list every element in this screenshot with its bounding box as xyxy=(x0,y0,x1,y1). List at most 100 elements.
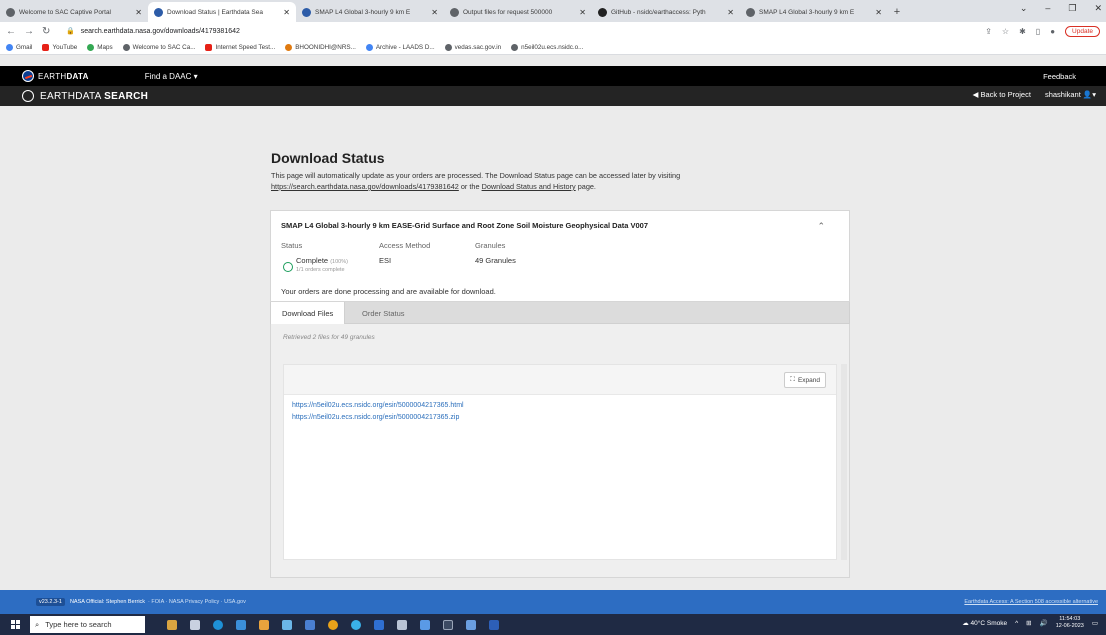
close-icon[interactable]: ✕ xyxy=(431,8,438,17)
back-icon[interactable]: ← xyxy=(6,26,16,37)
restore-icon[interactable]: ❐ xyxy=(1068,3,1076,14)
notification-icon[interactable]: ▭ xyxy=(1092,619,1098,627)
github-icon xyxy=(598,7,607,17)
app-icon[interactable] xyxy=(420,619,430,630)
browser-toolbar: ← → ↻ 🔒 search.earthdata.nasa.gov/downlo… xyxy=(0,22,1106,40)
eds-logo[interactable]: EARTHDATA SEARCH xyxy=(40,91,148,102)
find-daac-menu[interactable]: Find a DAAC ▾ xyxy=(145,72,198,81)
user-menu[interactable]: shashikant 👤▾ xyxy=(1045,90,1096,99)
file-links-header: ⛶ Expand xyxy=(284,365,836,395)
browser-tab[interactable]: Welcome to SAC Captive Portal ✕ xyxy=(0,2,148,22)
address-bar[interactable]: 🔒 search.earthdata.nasa.gov/downloads/41… xyxy=(60,24,985,38)
scrollbar[interactable] xyxy=(841,364,847,560)
close-icon[interactable]: ✕ xyxy=(875,8,882,17)
chevron-down-icon[interactable]: ⌄ xyxy=(1020,3,1028,14)
star-icon[interactable]: ☆ xyxy=(1002,27,1009,36)
news-icon[interactable] xyxy=(167,619,177,630)
bookmark-bhoonidhi[interactable]: BHOONIDHI@NRS... xyxy=(285,43,356,51)
browser-tab[interactable]: SMAP L4 Global 3-hourly 9 km E ✕ xyxy=(296,2,444,22)
tray-chevron-icon[interactable]: ^ xyxy=(1015,620,1018,627)
browser-tab[interactable]: SMAP L4 Global 3-hourly 9 km E ✕ xyxy=(740,2,888,22)
bookmark-vedas[interactable]: vedas.sac.gov.in xyxy=(444,43,501,51)
edge-icon[interactable] xyxy=(213,619,223,630)
file-link-zip[interactable]: https://n5eil02u.ecs.nsidc.org/esir/5000… xyxy=(292,414,459,421)
profile-icon[interactable]: ● xyxy=(1050,27,1055,36)
page-footer: v23.2.3-1 NASA Official: Stephen Berrick… xyxy=(0,590,1106,614)
bookmark-gmail[interactable]: Gmail xyxy=(6,43,32,51)
nsidc-icon xyxy=(302,7,311,17)
tab-order-status[interactable]: Order Status xyxy=(351,302,416,324)
sidepanel-icon[interactable]: ▯ xyxy=(1036,27,1040,36)
taskbar-search[interactable]: ⌕ Type here to search xyxy=(30,616,145,633)
extensions-icon[interactable]: ✱ xyxy=(1019,27,1026,36)
volume-icon[interactable]: 🔊 xyxy=(1040,619,1048,627)
close-icon[interactable]: ✕ xyxy=(727,8,734,17)
close-icon[interactable]: ✕ xyxy=(579,8,586,17)
status-subtext: 1/1 orders complete xyxy=(296,267,345,273)
app-icon[interactable] xyxy=(466,619,476,630)
footer-links[interactable]: · FOIA · NASA Privacy Policy · USA.gov xyxy=(148,599,246,605)
reload-icon[interactable]: ↻ xyxy=(42,26,50,37)
user-icon: 👤▾ xyxy=(1082,90,1096,99)
browser-tab[interactable]: Output files for request 500000 ✕ xyxy=(444,2,592,22)
bookmark-sac[interactable]: Welcome to SAC Ca... xyxy=(122,43,195,51)
eds-header-actions: ◀ Back to Project shashikant 👤▾ xyxy=(973,90,1096,99)
new-tab-button[interactable]: + xyxy=(888,2,906,22)
tab-download-files[interactable]: Download Files xyxy=(271,302,346,324)
app-icon[interactable] xyxy=(351,619,361,630)
close-icon[interactable]: ✕ xyxy=(1094,3,1102,14)
globe-icon xyxy=(511,43,519,51)
forward-icon[interactable]: → xyxy=(24,26,34,37)
browser-tab-bar: Welcome to SAC Captive Portal ✕ Download … xyxy=(0,0,1106,22)
weather-icon: ☁ xyxy=(962,620,969,627)
settings-icon[interactable] xyxy=(397,619,407,630)
bookmark-nsidc[interactable]: n5eil02u.ecs.nsidc.o... xyxy=(511,43,583,51)
app-icon[interactable] xyxy=(305,619,315,630)
close-icon[interactable]: ✕ xyxy=(283,8,290,17)
download-history-link[interactable]: Download Status and History xyxy=(482,182,576,191)
weather-widget[interactable]: ☁ 40°C Smoke xyxy=(962,619,1007,627)
back-to-project-link[interactable]: ◀ Back to Project xyxy=(973,90,1031,99)
chrome-icon[interactable] xyxy=(328,619,338,630)
access-method-value: ESI xyxy=(379,256,392,265)
earthdata-icon xyxy=(154,7,163,17)
speedtest-icon xyxy=(205,43,213,51)
network-icon[interactable]: ⊞ xyxy=(1026,619,1031,627)
file-link-html[interactable]: https://n5eil02u.ecs.nsidc.org/esir/5000… xyxy=(292,402,464,409)
close-icon[interactable]: ✕ xyxy=(135,8,142,17)
task-view-icon[interactable] xyxy=(190,619,200,630)
app-icon[interactable] xyxy=(282,619,292,630)
share-icon[interactable]: ⇪ xyxy=(985,27,992,36)
file-links-box: ⛶ Expand https://n5eil02u.ecs.nsidc.org/e… xyxy=(283,364,837,560)
expand-button[interactable]: ⛶ Expand xyxy=(784,372,826,388)
app-icon[interactable] xyxy=(259,619,269,630)
terminal-icon[interactable] xyxy=(443,619,453,630)
clock[interactable]: 11:54:03 12-06-2023 xyxy=(1056,616,1084,630)
update-button[interactable]: Update xyxy=(1065,25,1100,37)
earthdata-logo[interactable]: EARTHDATA xyxy=(38,72,89,81)
search-icon: ⌕ xyxy=(35,619,40,629)
store-icon[interactable] xyxy=(236,619,246,630)
expand-icon: ⛶ xyxy=(790,376,795,383)
eds-header: EARTHDATA SEARCH ◀ Back to Project shash… xyxy=(0,86,1106,106)
page-title: Download Status xyxy=(271,150,385,166)
minimize-icon[interactable]: – xyxy=(1045,3,1050,14)
feedback-link[interactable]: Feedback xyxy=(1043,72,1076,81)
windows-start-icon[interactable] xyxy=(6,614,24,635)
browser-tab[interactable]: GitHub - nsidc/earthaccess: Pyth ✕ xyxy=(592,2,740,22)
bookmark-youtube[interactable]: YouTube xyxy=(42,43,77,51)
app-icon[interactable] xyxy=(489,619,499,630)
window-controls: ⌄ – ❐ ✕ xyxy=(1020,3,1102,14)
taskbar-apps xyxy=(167,619,499,630)
browser-tab-active[interactable]: Download Status | Earthdata Sea ✕ xyxy=(148,2,296,22)
app-icon[interactable] xyxy=(374,619,384,630)
accessible-alternative-link[interactable]: Earthdata Access: A Section 508 accessib… xyxy=(964,599,1098,605)
version-badge: v23.2.3-1 xyxy=(36,598,65,606)
chevron-up-icon[interactable]: ⌃ xyxy=(817,221,825,232)
download-url-link[interactable]: https://search.earthdata.nasa.gov/downlo… xyxy=(271,182,459,191)
bookmark-maps[interactable]: Maps xyxy=(87,43,113,51)
bookmark-laads[interactable]: Archive - LAADS D... xyxy=(365,43,435,51)
granules-value: 49 Granules xyxy=(475,256,516,265)
bookmark-speedtest[interactable]: Internet Speed Test... xyxy=(205,43,275,51)
nasa-logo-icon[interactable] xyxy=(22,70,34,82)
